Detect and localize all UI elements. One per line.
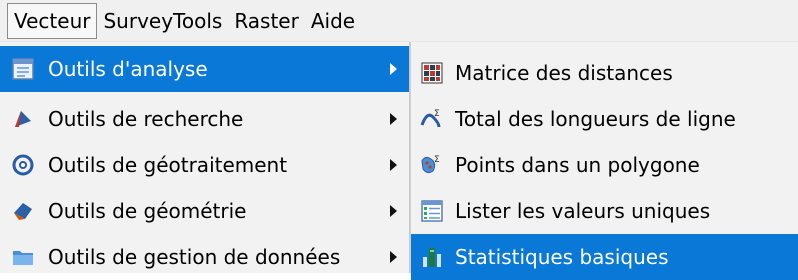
submenu-arrow-icon [390,251,397,263]
distance-matrix-icon [417,58,447,88]
menu-item-outils-geometrie[interactable]: Outils de géométrie [0,188,409,234]
submenu-arrow-icon [390,113,397,125]
menu-item-label: Outils de géométrie [48,199,247,223]
menu-item-label: Matrice des distances [455,61,673,85]
svg-text:Σ: Σ [434,155,440,165]
analysis-tools-icon [8,54,38,84]
basic-statistics-icon [417,242,447,272]
menu-item-total-longueurs-ligne[interactable]: Σ Total des longueurs de ligne [411,96,798,142]
geoprocessing-tools-icon [8,150,38,180]
menu-item-label: Outils de géotraitement [48,153,288,177]
menu-item-label: Lister les valeurs uniques [455,199,711,223]
menu-raster[interactable]: Raster [228,3,305,39]
menu-bar: Vecteur SurveyTools Raster Aide [0,0,798,42]
menu-item-matrice-distances[interactable]: Matrice des distances [411,50,798,96]
line-length-sum-icon: Σ [417,104,447,134]
data-management-folder-icon [8,242,38,272]
menu-item-label: Outils d'analyse [48,57,208,81]
outils-analyse-submenu: Matrice des distances Σ Total des longue… [410,42,798,280]
unique-values-list-icon [417,196,447,226]
menu-item-label: Outils de gestion de données [48,245,341,269]
menu-item-label: Statistiques basiques [455,245,669,269]
menu-item-outils-analyse[interactable]: Outils d'analyse [0,46,409,92]
submenu-arrow-icon [390,159,397,171]
menu-item-label: Points dans un polygone [455,153,700,177]
menu-surveytools[interactable]: SurveyTools [97,3,228,39]
points-in-polygon-icon: Σ [417,150,447,180]
menu-vecteur[interactable]: Vecteur [7,2,98,39]
submenu-arrow-icon [390,63,397,75]
menu-item-outils-geotraitement[interactable]: Outils de géotraitement [0,142,409,188]
geometry-tools-icon [8,196,38,226]
menu-item-outils-gestion-donnees[interactable]: Outils de gestion de données [0,234,409,280]
menu-item-lister-valeurs-uniques[interactable]: Lister les valeurs uniques [411,188,798,234]
research-tools-icon [8,104,38,134]
vecteur-submenu: Outils d'analyse Outils de recherche Out… [0,42,410,273]
menu-item-label: Total des longueurs de ligne [455,107,736,131]
menu-item-outils-recherche[interactable]: Outils de recherche [0,96,409,142]
submenu-arrow-icon [390,205,397,217]
menu-aide[interactable]: Aide [305,3,361,39]
menu-item-label: Outils de recherche [48,107,244,131]
menu-item-statistiques-basiques[interactable]: Statistiques basiques [411,234,798,280]
svg-text:Σ: Σ [434,109,440,119]
menu-item-points-polygone[interactable]: Σ Points dans un polygone [411,142,798,188]
